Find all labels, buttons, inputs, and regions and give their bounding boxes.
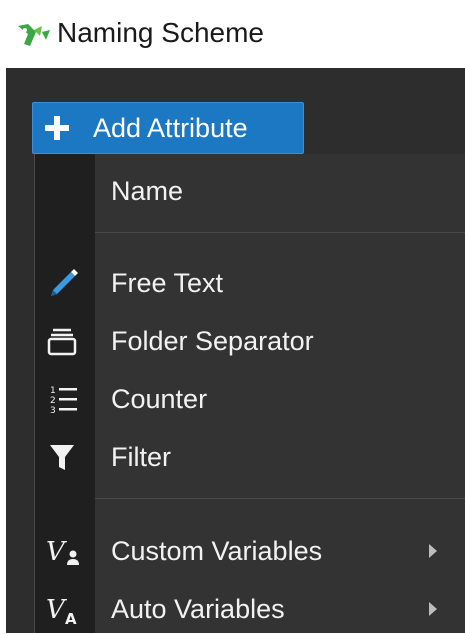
title-bar: Naming Scheme xyxy=(0,0,465,68)
menu-item-name[interactable]: Name xyxy=(35,166,465,216)
folder-icon xyxy=(47,328,77,356)
menu-item-label: Filter xyxy=(111,442,171,472)
add-attribute-menu: Name Free Text Folder Separator 1 2 3 Co… xyxy=(34,154,465,633)
menu-item-folder-separator[interactable]: Folder Separator xyxy=(35,316,465,366)
menu-item-counter[interactable]: 1 2 3 Counter xyxy=(35,374,465,424)
svg-text:V: V xyxy=(46,595,67,625)
menu-item-custom-variables[interactable]: V Custom Variables xyxy=(35,526,465,576)
numbered-list-icon: 1 2 3 xyxy=(50,386,77,416)
menu-item-label: Auto Variables xyxy=(111,594,285,624)
menu-item-free-text[interactable]: Free Text xyxy=(35,258,465,308)
auto-variable-icon: V A xyxy=(46,595,77,626)
app-logo-icon xyxy=(18,24,50,46)
submenu-arrow-icon xyxy=(429,544,437,558)
plus-icon xyxy=(45,116,69,140)
submenu-arrow-icon xyxy=(429,602,437,616)
menu-item-filter[interactable]: Filter xyxy=(35,432,465,482)
menu-separator xyxy=(95,232,465,233)
add-attribute-label: Add Attribute xyxy=(93,113,248,143)
menu-separator xyxy=(95,498,465,499)
svg-text:3: 3 xyxy=(50,406,56,416)
menu-item-label: Counter xyxy=(111,384,208,414)
menu-item-label: Folder Separator xyxy=(111,326,314,356)
svg-text:V: V xyxy=(46,537,67,567)
menu-item-label: Custom Variables xyxy=(111,536,323,566)
custom-variable-icon: V xyxy=(46,537,79,567)
window-title: Naming Scheme xyxy=(57,17,264,48)
svg-text:1: 1 xyxy=(50,386,56,396)
menu-item-label: Free Text xyxy=(111,268,224,298)
svg-text:2: 2 xyxy=(50,396,56,406)
add-attribute-button[interactable]: Add Attribute xyxy=(32,102,304,154)
menu-item-label: Name xyxy=(111,176,184,206)
pencil-icon xyxy=(51,269,78,296)
filter-icon xyxy=(50,445,74,470)
menu-item-auto-variables[interactable]: V A Auto Variables xyxy=(35,584,465,634)
svg-text:A: A xyxy=(65,610,77,626)
